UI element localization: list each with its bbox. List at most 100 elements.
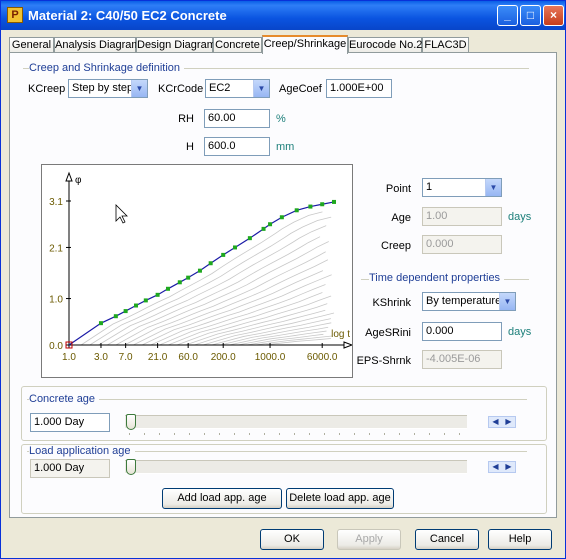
help-button[interactable]: Help bbox=[488, 529, 552, 550]
y-tick-label: 3.1 bbox=[49, 197, 63, 208]
creep-curve-point bbox=[332, 199, 336, 204]
delete-load-age-button[interactable]: Delete load app. age bbox=[286, 488, 394, 509]
kcrcode-select[interactable]: EC2 ▼ bbox=[205, 79, 270, 98]
background-creep-curve bbox=[220, 322, 332, 346]
creep-curve-point bbox=[143, 298, 148, 303]
concrete-age-slider-thumb[interactable] bbox=[126, 414, 136, 430]
creep-curve-point bbox=[208, 261, 213, 266]
y-tick-label: 0.0 bbox=[49, 341, 63, 352]
add-load-age-button[interactable]: Add load app. age bbox=[162, 488, 282, 509]
chevron-down-icon[interactable]: ▼ bbox=[253, 80, 269, 97]
point-value: 1 bbox=[426, 181, 433, 193]
x-axis-label: log t bbox=[331, 329, 350, 340]
title-bar[interactable]: P Material 2: C40/50 EC2 Concrete _ □ × bbox=[1, 1, 565, 30]
creep-curve-point bbox=[165, 286, 170, 291]
agecoef-label: AgeCoef bbox=[279, 83, 322, 95]
load-age-input: 1.000 Day bbox=[30, 459, 110, 478]
kcreep-label: KCreep bbox=[28, 83, 66, 95]
slider-tick bbox=[189, 433, 190, 435]
group-divider bbox=[27, 399, 527, 400]
slider-tick bbox=[414, 433, 415, 435]
y-tick-label: 2.1 bbox=[49, 243, 63, 254]
tab-flac3d[interactable]: FLAC3D bbox=[422, 37, 469, 53]
slider-tick bbox=[174, 433, 175, 435]
creep-curve-point bbox=[279, 215, 284, 220]
tab-creep-shrinkage[interactable]: Creep/Shrinkage bbox=[262, 35, 348, 54]
creep-chart: 0.0 1.0 2.1 3.1 1.0 3.0 7.0 21.0 60.0 200.0 1000.0… bbox=[41, 164, 354, 378]
maximize-button[interactable]: □ bbox=[520, 5, 541, 26]
background-creep-curve bbox=[124, 251, 326, 346]
concrete-age-spinner[interactable]: ◀ ▶ bbox=[488, 416, 516, 428]
creep-curve-point bbox=[221, 252, 226, 257]
slider-tick bbox=[159, 433, 160, 435]
x-tick-label: 7.0 bbox=[119, 352, 133, 363]
point-select[interactable]: 1 ▼ bbox=[422, 178, 502, 197]
creep-curve-point bbox=[308, 204, 313, 209]
agecoef-input[interactable]: 1.000E+00 bbox=[326, 79, 392, 98]
x-tick-label: 200.0 bbox=[211, 352, 236, 363]
tab-design-diagram[interactable]: Design Diagram bbox=[136, 37, 216, 53]
creep-curve-point bbox=[320, 202, 325, 207]
mouse-cursor-icon bbox=[115, 204, 128, 224]
slider-tick bbox=[369, 433, 370, 435]
load-age-title: Load application age bbox=[29, 445, 135, 457]
slider-tick bbox=[129, 433, 130, 435]
slider-tick bbox=[204, 433, 205, 435]
slider-tick bbox=[219, 433, 220, 435]
x-tick-label: 21.0 bbox=[148, 352, 168, 363]
slider-tick bbox=[249, 433, 250, 435]
creep-curve-point bbox=[197, 268, 202, 273]
creep-curve-point bbox=[186, 275, 191, 280]
kcreep-select[interactable]: Step by step ▼ bbox=[68, 79, 148, 98]
chevron-down-icon[interactable]: ▼ bbox=[485, 179, 501, 196]
slider-tick bbox=[234, 433, 235, 435]
h-input[interactable]: 600.0 bbox=[204, 137, 270, 156]
chevron-down-icon[interactable]: ▼ bbox=[499, 293, 515, 310]
arrow-left-icon[interactable]: ◀ bbox=[489, 417, 502, 427]
minimize-button[interactable]: _ bbox=[497, 5, 518, 26]
creep-curve-line bbox=[68, 201, 335, 346]
x-axis-arrow bbox=[343, 341, 354, 349]
creep-curve-point bbox=[134, 303, 139, 308]
slider-tick bbox=[399, 433, 400, 435]
concrete-age-input[interactable]: 1.000 Day bbox=[30, 413, 110, 432]
load-age-slider[interactable] bbox=[125, 460, 467, 474]
arrow-right-icon[interactable]: ▶ bbox=[502, 462, 515, 472]
slider-tick bbox=[324, 433, 325, 435]
x-tick-label: 1.0 bbox=[62, 352, 76, 363]
creep-curve-point bbox=[247, 236, 252, 241]
tab-analysis-diagram[interactable]: Analysis Diagram bbox=[54, 37, 141, 53]
chevron-down-icon[interactable]: ▼ bbox=[131, 80, 147, 97]
load-age-slider-thumb[interactable] bbox=[126, 459, 136, 475]
slider-tick bbox=[144, 433, 145, 435]
arrow-left-icon[interactable]: ◀ bbox=[489, 462, 502, 472]
app-icon: P bbox=[7, 7, 23, 23]
point-label: Point bbox=[385, 183, 411, 195]
creep-label: Creep bbox=[381, 240, 411, 252]
kcreep-value: Step by step bbox=[72, 82, 134, 94]
x-tick-label: 3.0 bbox=[94, 352, 108, 363]
y-axis-label: φ bbox=[75, 175, 82, 186]
load-age-spinner[interactable]: ◀ ▶ bbox=[488, 461, 516, 473]
creep-input: 0.000 bbox=[422, 235, 502, 254]
h-label: H bbox=[186, 141, 194, 153]
tab-concrete[interactable]: Concrete bbox=[213, 37, 262, 53]
age-unit: days bbox=[508, 211, 532, 223]
creep-group-title: Creep and Shrinkage definition bbox=[29, 62, 185, 74]
x-tick-label: 6000.0 bbox=[307, 352, 338, 363]
kshrink-select[interactable]: By temperatures ▼ bbox=[422, 292, 516, 311]
tab-eurocode-2[interactable]: Eurocode No.2 bbox=[348, 37, 422, 53]
rh-input[interactable]: 60.00 bbox=[204, 109, 270, 128]
arrow-right-icon[interactable]: ▶ bbox=[502, 417, 515, 427]
x-tick-label: 60.0 bbox=[178, 352, 198, 363]
tab-general[interactable]: General bbox=[9, 37, 54, 53]
age-input: 1.00 bbox=[422, 207, 502, 226]
agesrini-input[interactable]: 0.000 bbox=[422, 322, 502, 341]
ok-button[interactable]: OK bbox=[260, 529, 324, 550]
rh-unit: % bbox=[276, 113, 286, 125]
cancel-button[interactable]: Cancel bbox=[415, 529, 479, 550]
concrete-age-slider[interactable] bbox=[125, 415, 467, 429]
slider-tick bbox=[294, 433, 295, 435]
creep-curve-point bbox=[123, 309, 128, 314]
close-button[interactable]: × bbox=[543, 5, 564, 26]
